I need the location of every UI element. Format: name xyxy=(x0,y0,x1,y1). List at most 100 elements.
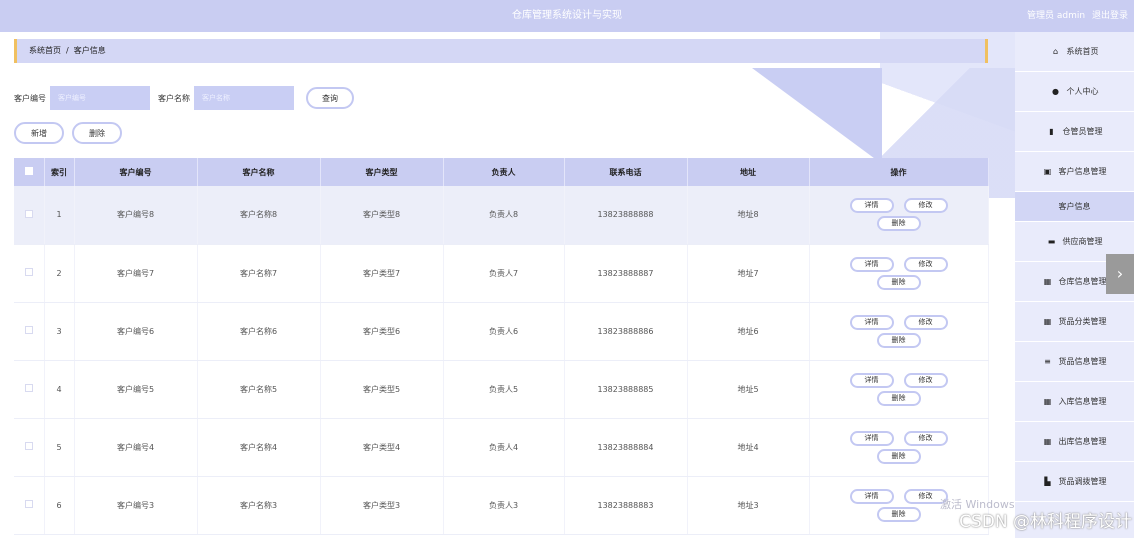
grid-icon: ▦ xyxy=(1043,317,1052,326)
sidebar-item-transfer[interactable]: ▙ 货品调拨管理 xyxy=(1015,462,1134,502)
query-button[interactable]: 查询 xyxy=(306,87,354,109)
delete-button[interactable]: 删除 xyxy=(876,448,921,464)
batch-delete-button[interactable]: 删除 xyxy=(72,122,122,144)
detail-button[interactable]: 详情 xyxy=(849,256,894,272)
address-cell: 地址4 xyxy=(687,418,810,477)
sidebar-item-outbound[interactable]: ▦ 出库信息管理 xyxy=(1015,422,1134,462)
phone-cell: 13823888887 xyxy=(564,244,688,303)
phone-cell: 13823888885 xyxy=(564,360,688,419)
column-header: 联系电话 xyxy=(564,158,688,186)
user-role: 管理员 admin xyxy=(1027,11,1086,21)
sidebar-item-label: 客户信息 xyxy=(1058,202,1091,211)
index-cell: 6 xyxy=(44,476,75,535)
delete-button[interactable]: 删除 xyxy=(876,390,921,406)
table-row: 4 客户编号5 客户名称5 客户类型5 负责人5 13823888885 地址5… xyxy=(14,360,989,419)
owner-cell: 负责人8 xyxy=(443,186,565,245)
customer-name-cell: 客户名称6 xyxy=(197,302,321,361)
clipboard-icon: ▣ xyxy=(1043,167,1052,176)
index-cell: 3 xyxy=(44,302,75,361)
sidebar-item-customers[interactable]: ▣ 客户信息管理 xyxy=(1015,152,1134,192)
chevron-right-icon[interactable]: › xyxy=(1106,254,1134,294)
owner-cell: 负责人6 xyxy=(443,302,565,361)
operations-cell: 详情 修改删除 xyxy=(809,186,989,245)
customer-name-cell: 客户名称4 xyxy=(197,418,321,477)
sidebar-item-profile[interactable]: ● 个人中心 xyxy=(1015,72,1134,112)
table-row: 2 客户编号7 客户名称7 客户类型7 负责人7 13823888887 地址7… xyxy=(14,244,989,303)
main-content: 系统首页 / 客户信息 客户编号 客户名称 查询 新增 删除 索引 客户编号 客户名… xyxy=(0,32,1015,538)
sidebar-item-goods[interactable]: ≡ 货品信息管理 xyxy=(1015,342,1134,382)
detail-button[interactable]: 详情 xyxy=(849,314,894,330)
detail-button[interactable]: 详情 xyxy=(849,372,894,388)
delete-button[interactable]: 删除 xyxy=(876,332,921,348)
customer-type-cell: 客户类型6 xyxy=(320,302,444,361)
breadcrumb-separator: / xyxy=(66,46,69,55)
phone-cell: 13823888888 xyxy=(564,186,688,245)
owner-cell: 负责人7 xyxy=(443,244,565,303)
customer-type-cell: 客户类型8 xyxy=(320,186,444,245)
customer-no-input[interactable] xyxy=(50,86,150,110)
add-button[interactable]: 新增 xyxy=(14,122,64,144)
grid-icon: ▦ xyxy=(1043,397,1052,406)
sidebar-item-goods-category[interactable]: ▦ 货品分类管理 xyxy=(1015,302,1134,342)
column-header: 客户类型 xyxy=(320,158,444,186)
sidebar-item-label: 货品分类管理 xyxy=(1058,317,1107,326)
row-checkbox[interactable] xyxy=(24,384,33,392)
delete-button[interactable]: 删除 xyxy=(876,506,921,522)
customer-type-cell: 客户类型7 xyxy=(320,244,444,303)
row-checkbox[interactable] xyxy=(24,326,33,334)
detail-button[interactable]: 详情 xyxy=(849,430,894,446)
sliders-icon: ≡ xyxy=(1044,357,1051,366)
sidebar-item-home[interactable]: ⌂ 系统首页 xyxy=(1015,32,1134,72)
delete-button[interactable]: 删除 xyxy=(876,274,921,290)
row-checkbox[interactable] xyxy=(24,442,33,450)
edit-button[interactable]: 修改 xyxy=(903,430,948,446)
row-checkbox-cell xyxy=(14,186,45,245)
row-checkbox-cell xyxy=(14,244,45,303)
sidebar-item-label: 仓管员管理 xyxy=(1062,127,1103,136)
logout-link[interactable]: 退出登录 xyxy=(1092,11,1128,21)
sidebar-subitem-customer-info[interactable]: 客户信息 xyxy=(1015,192,1134,222)
table-row: 3 客户编号6 客户名称6 客户类型6 负责人6 13823888886 地址6… xyxy=(14,302,989,361)
row-checkbox[interactable] xyxy=(24,209,33,218)
column-header: 地址 xyxy=(687,158,810,186)
sidebar-item-label: 个人中心 xyxy=(1066,87,1099,96)
sidebar-item-keepers[interactable]: ▮ 仓管员管理 xyxy=(1015,112,1134,152)
customer-type-cell: 客户类型5 xyxy=(320,360,444,419)
sidebar-item-label: 仓库信息管理 xyxy=(1058,277,1107,286)
detail-button[interactable]: 详情 xyxy=(849,198,894,214)
phone-cell: 13823888884 xyxy=(564,418,688,477)
edit-button[interactable]: 修改 xyxy=(903,256,948,272)
row-checkbox-cell xyxy=(14,302,45,361)
customer-name-input[interactable] xyxy=(194,86,294,110)
app-title: 仓库管理系统设计与实现 xyxy=(512,10,622,21)
row-checkbox[interactable] xyxy=(24,500,33,508)
operations-cell: 详情 修改删除 xyxy=(809,418,989,477)
customer-name-cell: 客户名称8 xyxy=(197,186,321,245)
edit-button[interactable]: 修改 xyxy=(903,314,948,330)
delete-button[interactable]: 删除 xyxy=(876,216,921,232)
address-cell: 地址5 xyxy=(687,360,810,419)
phone-cell: 13823888883 xyxy=(564,476,688,535)
column-header: 操作 xyxy=(809,158,989,186)
operations-cell: 详情 修改删除 xyxy=(809,244,989,303)
sidebar-item-label: 客户信息管理 xyxy=(1058,167,1107,176)
select-all-checkbox[interactable] xyxy=(24,167,33,175)
grid-icon: ▦ xyxy=(1043,437,1052,446)
index-cell: 5 xyxy=(44,418,75,477)
sidebar-item-label: 供应商管理 xyxy=(1062,237,1103,246)
index-cell: 2 xyxy=(44,244,75,303)
owner-cell: 负责人5 xyxy=(443,360,565,419)
edit-button[interactable]: 修改 xyxy=(903,372,948,388)
edit-button[interactable]: 修改 xyxy=(903,198,948,214)
address-cell: 地址8 xyxy=(687,186,810,245)
table-row: 1 客户编号8 客户名称8 客户类型8 负责人8 13823888888 地址8… xyxy=(14,186,989,245)
user-icon: ● xyxy=(1052,87,1059,96)
csdn-watermark: CSDN @林科程序设计 xyxy=(959,512,1132,532)
row-checkbox-cell xyxy=(14,360,45,419)
detail-button[interactable]: 详情 xyxy=(849,488,894,504)
index-cell: 4 xyxy=(44,360,75,419)
row-checkbox[interactable] xyxy=(24,268,33,276)
sidebar-item-inbound[interactable]: ▦ 入库信息管理 xyxy=(1015,382,1134,422)
user-area: 管理员 admin 退出登录 xyxy=(1023,0,1128,32)
breadcrumb-home[interactable]: 系统首页 xyxy=(29,46,61,55)
